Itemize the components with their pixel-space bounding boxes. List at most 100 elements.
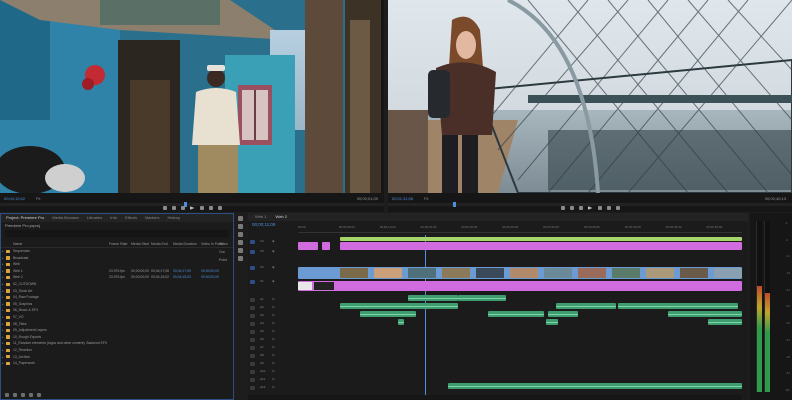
program-fit-dropdown[interactable]: Fit bbox=[424, 195, 428, 203]
track-target-icon[interactable] bbox=[250, 362, 255, 366]
play-icon[interactable] bbox=[587, 206, 593, 210]
disclosure-arrow-icon[interactable]: ▸ bbox=[2, 281, 4, 288]
project-bin-row[interactable]: ▸ 08_Titles bbox=[1, 321, 233, 328]
track-target-icon[interactable] bbox=[250, 298, 255, 302]
eye-icon[interactable]: ◉ bbox=[272, 239, 275, 244]
project-tab[interactable]: Info bbox=[107, 214, 120, 222]
timeline-ruler[interactable]: 00;00 00;00;05;00 00;00;10;00 00;00;15;00 00… bbox=[298, 224, 742, 233]
program-monitor-video[interactable] bbox=[388, 0, 792, 193]
project-bin-row[interactable]: ▸ 05_Graphics bbox=[1, 301, 233, 308]
mute-icon[interactable]: M bbox=[272, 369, 275, 374]
track-lanes[interactable] bbox=[298, 235, 742, 395]
ripple-edit-icon[interactable] bbox=[237, 232, 243, 237]
icon-view-icon[interactable] bbox=[13, 393, 17, 397]
track-target-icon[interactable] bbox=[250, 306, 255, 310]
track-target-icon[interactable] bbox=[250, 354, 255, 358]
step-forward-icon[interactable] bbox=[199, 206, 204, 210]
column-header[interactable]: Media Start bbox=[131, 240, 149, 248]
disclosure-arrow-icon[interactable]: ▸ bbox=[2, 354, 4, 361]
project-tab[interactable]: History bbox=[165, 214, 183, 222]
razor-tool-icon[interactable] bbox=[237, 240, 243, 245]
project-bin-row[interactable]: ▸ 14_Paperwork bbox=[1, 360, 233, 367]
track-target-icon[interactable] bbox=[250, 240, 255, 244]
mute-icon[interactable]: M bbox=[272, 377, 275, 382]
disclosure-arrow-icon[interactable]: ▸ bbox=[2, 288, 4, 295]
timeline-clip[interactable] bbox=[708, 319, 742, 325]
track-target-icon[interactable] bbox=[250, 250, 255, 254]
source-timecode[interactable]: 00;04;15;02 bbox=[4, 195, 25, 203]
project-bin-row[interactable]: ▸ 12_Reaction bbox=[1, 347, 233, 354]
sequence-tab[interactable]: Web 1 bbox=[252, 213, 270, 221]
column-header[interactable]: Name bbox=[13, 240, 22, 248]
disclosure-arrow-icon[interactable]: ▸ bbox=[2, 360, 4, 367]
timeline-clip[interactable] bbox=[488, 311, 544, 317]
project-bin-row[interactable]: ▸ Broadcast bbox=[1, 255, 233, 262]
project-bin-row[interactable]: ▸ Sequences bbox=[1, 248, 233, 255]
pen-tool-icon[interactable] bbox=[237, 256, 243, 261]
column-header[interactable]: Media End bbox=[151, 240, 168, 248]
mark-out-icon[interactable] bbox=[171, 206, 176, 210]
disclosure-arrow-icon[interactable]: ▸ bbox=[2, 248, 4, 255]
source-monitor-video[interactable] bbox=[0, 0, 381, 193]
disclosure-arrow-icon[interactable]: ▸ bbox=[2, 314, 4, 321]
mute-icon[interactable]: M bbox=[272, 385, 275, 390]
sequence-tab[interactable]: Web 2 bbox=[273, 213, 291, 221]
disclosure-arrow-icon[interactable]: ▸ bbox=[2, 307, 4, 314]
disclosure-arrow-icon[interactable]: ▸ bbox=[2, 334, 4, 341]
disclosure-arrow-icon[interactable]: ▸ bbox=[2, 321, 4, 328]
column-header[interactable]: Media Duration bbox=[173, 240, 197, 248]
timeline-clip[interactable] bbox=[360, 311, 416, 317]
project-bin-row[interactable]: ▸ 09_Adjustment Layers bbox=[1, 327, 233, 334]
disclosure-arrow-icon[interactable]: ▸ bbox=[2, 301, 4, 308]
timeline-clip[interactable] bbox=[548, 311, 578, 317]
step-back-icon[interactable] bbox=[578, 206, 583, 210]
disclosure-arrow-icon[interactable]: ▸ bbox=[2, 347, 4, 354]
timeline-clip[interactable] bbox=[408, 295, 458, 301]
timeline-clip[interactable] bbox=[668, 311, 742, 317]
disclosure-arrow-icon[interactable]: ▸ bbox=[2, 261, 4, 268]
timeline-clip[interactable] bbox=[298, 267, 742, 279]
track-target-icon[interactable] bbox=[250, 330, 255, 334]
project-search-input[interactable] bbox=[5, 230, 229, 237]
mute-icon[interactable]: M bbox=[272, 329, 275, 334]
lift-icon[interactable] bbox=[606, 206, 611, 210]
track-target-icon[interactable] bbox=[250, 386, 255, 390]
project-bin-row[interactable]: ▸ 03_Stock Art bbox=[1, 288, 233, 295]
timeline-clip[interactable] bbox=[398, 319, 404, 325]
timeline-clip[interactable] bbox=[298, 281, 742, 291]
timeline-timecode[interactable]: 00;00;11;09 bbox=[252, 222, 275, 228]
timeline-clip[interactable] bbox=[618, 303, 738, 309]
trash-icon[interactable] bbox=[37, 393, 41, 397]
timeline-clip[interactable] bbox=[340, 242, 742, 250]
insert-icon[interactable] bbox=[208, 206, 213, 210]
mute-icon[interactable]: M bbox=[272, 313, 275, 318]
project-tab[interactable]: Effects bbox=[122, 214, 140, 222]
disclosure-arrow-icon[interactable]: ▸ bbox=[2, 268, 4, 275]
timeline-clip[interactable] bbox=[458, 295, 506, 301]
track-target-icon[interactable] bbox=[250, 314, 255, 318]
project-tab[interactable]: Markers bbox=[142, 214, 162, 222]
mute-icon[interactable]: M bbox=[272, 361, 275, 366]
mark-in-icon[interactable] bbox=[560, 206, 565, 210]
track-target-icon[interactable] bbox=[250, 378, 255, 382]
mute-icon[interactable]: M bbox=[272, 345, 275, 350]
project-bin-row[interactable]: ▸ 13_Archive bbox=[1, 354, 233, 361]
step-back-icon[interactable] bbox=[180, 206, 185, 210]
mark-in-icon[interactable] bbox=[162, 206, 167, 210]
list-view-icon[interactable] bbox=[5, 393, 9, 397]
track-target-icon[interactable] bbox=[250, 322, 255, 326]
project-tab[interactable]: Libraries bbox=[84, 214, 105, 222]
timeline-clip[interactable] bbox=[340, 303, 458, 309]
project-bin-row[interactable]: ▸ 10_Rough Exports bbox=[1, 334, 233, 341]
mark-out-icon[interactable] bbox=[569, 206, 574, 210]
disclosure-arrow-icon[interactable]: ▸ bbox=[2, 294, 4, 301]
disclosure-arrow-icon[interactable]: ▸ bbox=[2, 274, 4, 281]
timeline-clip[interactable] bbox=[556, 303, 616, 309]
eye-icon[interactable]: ◉ bbox=[272, 279, 275, 284]
step-forward-icon[interactable] bbox=[597, 206, 602, 210]
timeline-clip[interactable] bbox=[448, 383, 742, 389]
overwrite-icon[interactable] bbox=[217, 206, 222, 210]
source-fit-dropdown[interactable]: Fit bbox=[36, 195, 40, 203]
project-bin-row[interactable]: ▸ Web 1 23.976 fps 00;00;00;00 00;04;17;08 00… bbox=[1, 268, 233, 275]
mute-icon[interactable]: M bbox=[272, 337, 275, 342]
